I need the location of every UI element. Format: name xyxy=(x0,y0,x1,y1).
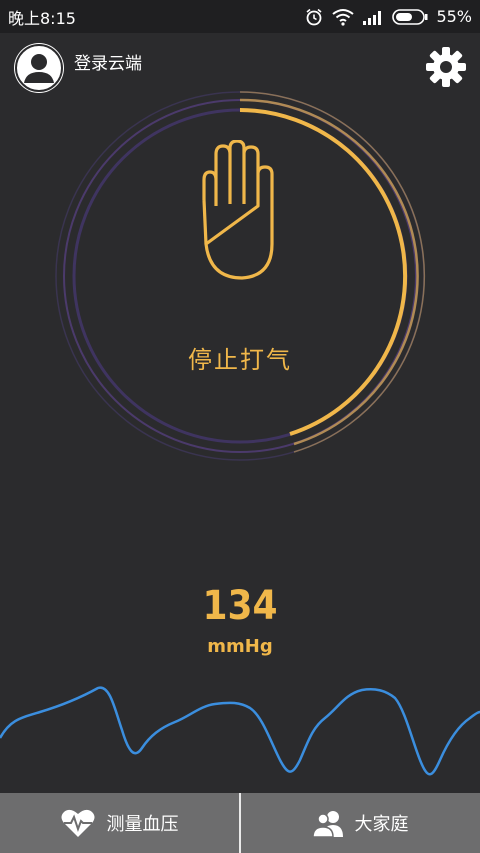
gear-icon[interactable] xyxy=(424,45,468,89)
family-icon xyxy=(312,811,343,837)
status-time: 晚上8:15 xyxy=(8,8,76,28)
battery-icon xyxy=(392,8,428,25)
pulse-waveform xyxy=(0,686,480,776)
app-header: 登录云端 xyxy=(0,33,480,93)
stop-pump-button[interactable]: 停止打气 xyxy=(0,340,480,375)
tab-family[interactable]: 大家庭 xyxy=(241,793,480,853)
tab-measure-bp[interactable]: 测量血压 xyxy=(0,793,239,853)
status-icons: 55% xyxy=(304,7,480,27)
battery-percent: 55% xyxy=(436,7,472,26)
heart-pulse-icon xyxy=(61,809,94,837)
tab-measure-bp-label: 测量血压 xyxy=(106,814,179,835)
pressure-value: 134 xyxy=(202,583,278,629)
tab-family-label: 大家庭 xyxy=(354,814,409,835)
pressure-reading: 134 mmHg xyxy=(0,584,480,657)
alarm-icon xyxy=(306,8,322,25)
user-avatar-icon[interactable] xyxy=(14,43,64,93)
pressure-unit: mmHg xyxy=(207,636,273,657)
hand-stop-icon[interactable] xyxy=(196,140,280,288)
login-cloud-link[interactable]: 登录云端 xyxy=(74,49,142,74)
signal-icon xyxy=(363,10,382,25)
wifi-icon xyxy=(332,8,355,26)
bottom-tab-bar: 测量血压 大家庭 xyxy=(0,793,480,853)
status-bar: 晚上8:15 55% xyxy=(0,0,480,33)
